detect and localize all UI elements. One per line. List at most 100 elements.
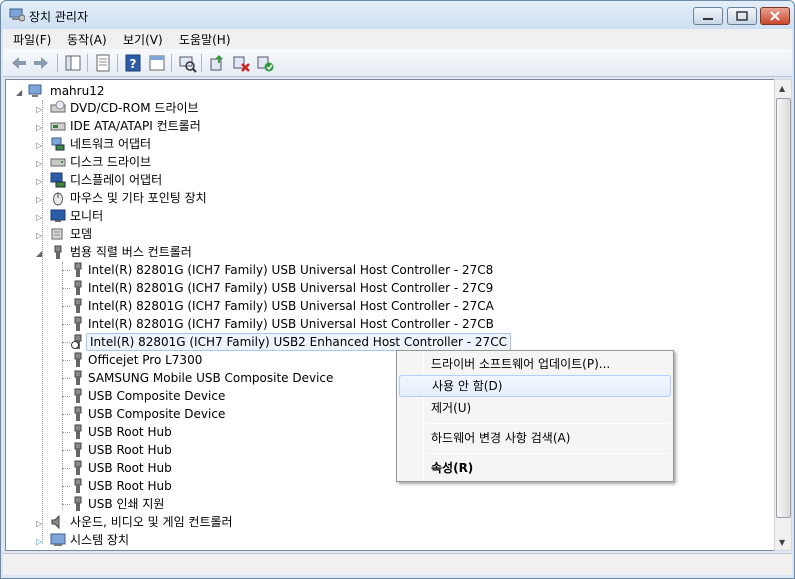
usb-device-icon <box>74 496 82 511</box>
display-adapter-icon <box>50 172 66 188</box>
usb-device-row[interactable]: USB Root Hub <box>88 423 172 441</box>
toolbar-separator <box>117 54 118 72</box>
maximize-button[interactable] <box>727 7 757 25</box>
context-disable[interactable]: 사용 안 함(D) <box>399 375 671 397</box>
disk-drive-icon <box>50 158 66 167</box>
tree-guide-line <box>62 378 70 379</box>
menu-bar: 파일(F) 동작(A) 보기(V) 도움말(H) <box>3 29 792 49</box>
tree-category[interactable]: 모니터 <box>70 207 103 225</box>
show-hide-tree-icon[interactable] <box>63 53 83 73</box>
tree-category[interactable]: 시스템 장치 <box>70 531 129 549</box>
properties-icon[interactable] <box>93 53 113 73</box>
expand-icon[interactable]: ▷ <box>36 538 44 546</box>
scroll-up-icon[interactable]: ▲ <box>779 84 785 93</box>
tree-guide-line <box>62 270 70 271</box>
tree-guide-line <box>62 262 63 510</box>
toolbar-separator <box>171 54 172 72</box>
sound-icon <box>51 514 60 530</box>
usb-device-row[interactable]: SAMSUNG Mobile USB Composite Device <box>88 369 333 387</box>
usb-device-icon <box>74 298 82 313</box>
usb-device-row[interactable]: USB Root Hub <box>88 441 172 459</box>
status-bar <box>3 553 792 575</box>
expand-icon[interactable]: ▷ <box>36 160 44 168</box>
usb-device-row[interactable]: USB Composite Device <box>88 405 225 423</box>
tree-guide-line <box>62 414 70 415</box>
expand-icon[interactable]: ▷ <box>36 520 44 528</box>
usb-device-row[interactable]: USB 인쇄 지원 <box>88 495 164 513</box>
tree-guide-line <box>62 432 70 433</box>
expand-icon[interactable]: ▷ <box>36 232 44 240</box>
computer-icon <box>28 84 42 97</box>
scrollbar-thumb[interactable] <box>776 98 791 518</box>
uninstall-icon[interactable] <box>231 53 251 73</box>
tree-category[interactable]: 마우스 및 기타 포인팅 장치 <box>70 189 207 207</box>
enable-device-icon[interactable] <box>255 53 275 73</box>
tree-guide-line <box>62 306 70 307</box>
close-icon <box>770 11 780 21</box>
tree-category[interactable]: IDE ATA/ATAPI 컨트롤러 <box>70 117 201 135</box>
usb-device-row[interactable]: USB Root Hub <box>88 477 172 495</box>
usb-device-icon <box>74 442 82 457</box>
tree-category[interactable]: DVD/CD-ROM 드라이브 <box>70 99 199 117</box>
expand-icon[interactable]: ▷ <box>36 178 44 186</box>
modem-icon <box>51 228 63 240</box>
usb-device-icon <box>74 352 82 367</box>
context-properties[interactable]: 속성(R) <box>399 457 671 479</box>
forward-arrow-icon[interactable] <box>31 53 51 73</box>
menu-file[interactable]: 파일(F) <box>13 31 51 48</box>
collapse-icon[interactable]: ◢ <box>16 89 24 97</box>
minimize-button[interactable] <box>693 7 723 25</box>
tree-category[interactable]: 사운드, 비디오 및 게임 컨트롤러 <box>70 513 233 531</box>
expand-icon[interactable]: ▷ <box>36 124 44 132</box>
context-update-driver[interactable]: 드라이버 소프트웨어 업데이트(P)... <box>399 353 671 375</box>
collapse-icon[interactable]: ◢ <box>36 250 44 258</box>
expand-icon[interactable]: ▷ <box>36 106 44 114</box>
expand-icon[interactable]: ▷ <box>36 214 44 222</box>
title-bar[interactable]: 장치 관리자 <box>1 1 794 29</box>
usb-device-icon <box>74 316 82 331</box>
usb-device-row[interactable]: USB Root Hub <box>88 459 172 477</box>
vertical-scrollbar[interactable]: ▲ ▼ <box>774 79 792 551</box>
usb-icon <box>54 245 62 259</box>
tree-category[interactable]: 디스크 드라이브 <box>70 153 151 171</box>
toolbar: ? <box>3 49 792 77</box>
usb-device-row[interactable]: Intel(R) 82801G (ICH7 Family) USB Univer… <box>88 297 494 315</box>
tree-category[interactable]: 네트워크 어댑터 <box>70 135 151 153</box>
tree-category[interactable]: 모뎀 <box>70 225 92 243</box>
usb-device-icon <box>74 280 82 295</box>
device-manager-icon <box>9 8 25 22</box>
usb-device-icon <box>74 406 82 421</box>
expand-icon[interactable]: ▷ <box>36 142 44 150</box>
tree-guide-line <box>62 450 70 451</box>
close-button[interactable] <box>760 7 790 25</box>
usb-device-row[interactable]: Intel(R) 82801G (ICH7 Family) USB Univer… <box>88 315 494 333</box>
menu-view[interactable]: 보기(V) <box>123 31 163 48</box>
scan-hardware-icon[interactable] <box>177 53 197 73</box>
usb-device-row[interactable]: Officejet Pro L7300 <box>88 351 202 369</box>
tree-guide-line <box>62 486 70 487</box>
tree-root-label[interactable]: mahru12 <box>50 82 104 100</box>
scroll-down-icon[interactable]: ▼ <box>779 538 785 547</box>
context-uninstall[interactable]: 제거(U) <box>399 397 671 419</box>
update-driver-icon[interactable] <box>207 53 227 73</box>
usb-device-icon <box>71 334 82 349</box>
mouse-icon <box>53 192 63 206</box>
network-adapter-icon <box>51 137 65 151</box>
window-title: 장치 관리자 <box>29 10 89 24</box>
usb-device-row[interactable]: Intel(R) 82801G (ICH7 Family) USB Univer… <box>88 279 493 297</box>
help-icon[interactable]: ? <box>123 53 143 73</box>
selected-device-row[interactable]: Intel(R) 82801G (ICH7 Family) USB2 Enhan… <box>86 333 511 351</box>
tree-guide-line <box>62 324 70 325</box>
usb-device-row[interactable]: Intel(R) 82801G (ICH7 Family) USB Univer… <box>88 261 493 279</box>
usb-device-row[interactable]: USB Composite Device <box>88 387 225 405</box>
action-pane-icon[interactable] <box>147 53 167 73</box>
expand-icon[interactable]: ▷ <box>36 196 44 204</box>
context-scan-hardware[interactable]: 하드웨어 변경 사항 검색(A) <box>399 427 671 449</box>
tree-category[interactable]: 디스플레이 어댑터 <box>70 171 162 189</box>
menu-action[interactable]: 동작(A) <box>67 31 107 48</box>
menu-help[interactable]: 도움말(H) <box>179 31 231 48</box>
tree-category[interactable]: 범용 직렬 버스 컨트롤러 <box>70 243 192 261</box>
device-manager-window: 장치 관리자 파일(F) 동작(A) 보기(V) 도움말(H) ? ◢ mahr… <box>0 0 795 579</box>
tree-guide-line <box>62 504 70 505</box>
back-arrow-icon[interactable] <box>9 53 29 73</box>
